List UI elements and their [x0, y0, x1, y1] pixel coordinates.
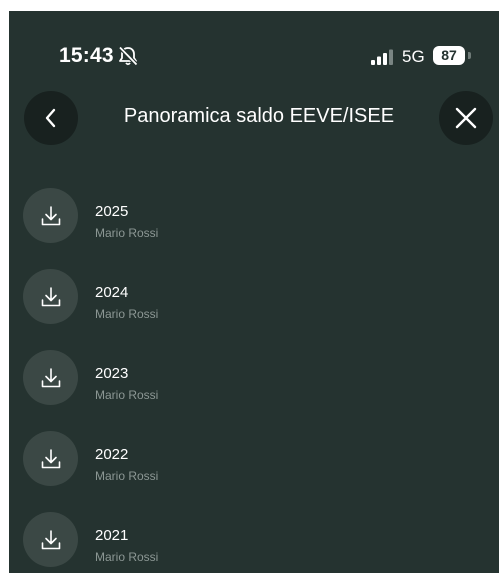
item-name: Mario Rossi	[95, 388, 159, 402]
item-year: 2024	[95, 284, 129, 301]
list-item-2023[interactable]: 2023 Mario Rossi	[9, 350, 499, 410]
bell-muted-icon	[118, 46, 138, 66]
item-year: 2022	[95, 446, 129, 463]
download-icon	[41, 448, 60, 468]
chevron-left-icon	[45, 108, 56, 128]
item-year: 2021	[95, 527, 129, 544]
close-icon	[455, 107, 477, 129]
download-button[interactable]	[23, 269, 78, 324]
download-icon	[41, 205, 60, 225]
item-name: Mario Rossi	[95, 307, 159, 321]
download-button[interactable]	[23, 188, 78, 243]
page-title: Panoramica saldo EEVE/ISEE	[123, 105, 395, 127]
back-button[interactable]	[24, 91, 78, 145]
item-year: 2023	[95, 365, 129, 382]
download-icon	[41, 529, 60, 549]
download-icon	[41, 367, 60, 387]
item-name: Mario Rossi	[95, 550, 159, 564]
list-item-2022[interactable]: 2022 Mario Rossi	[9, 431, 499, 491]
battery-indicator: 87	[433, 46, 465, 65]
app-screen: 15:43 5G 87 Panoramica saldo EEVE/ISEE 2…	[9, 11, 499, 573]
list-item-2024[interactable]: 2024 Mario Rossi	[9, 269, 499, 329]
status-bar: 15:43 5G 87	[9, 11, 499, 81]
list-item-2025[interactable]: 2025 Mario Rossi	[9, 188, 499, 248]
download-icon	[41, 286, 60, 306]
battery-tip	[468, 52, 471, 59]
status-time: 15:43	[59, 44, 114, 67]
close-button[interactable]	[439, 91, 493, 145]
list-item-2021[interactable]: 2021 Mario Rossi	[9, 512, 499, 572]
item-name: Mario Rossi	[95, 469, 159, 483]
download-button[interactable]	[23, 431, 78, 486]
signal-icon	[371, 49, 393, 65]
download-button[interactable]	[23, 512, 78, 567]
download-button[interactable]	[23, 350, 78, 405]
network-type: 5G	[402, 47, 425, 66]
item-name: Mario Rossi	[95, 226, 159, 240]
item-year: 2025	[95, 203, 129, 220]
